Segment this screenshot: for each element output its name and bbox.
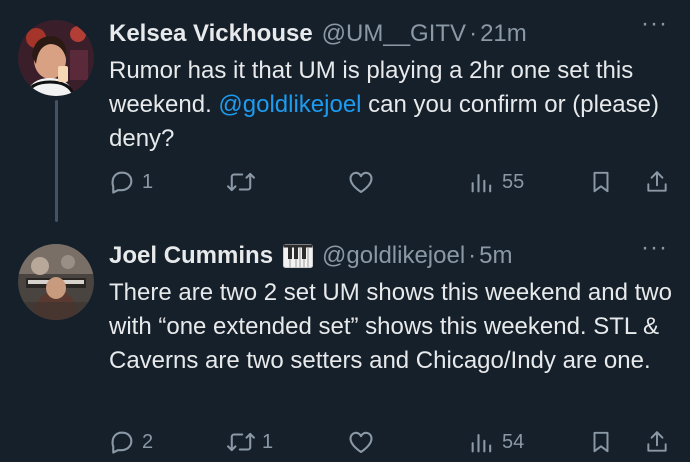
reply-button[interactable]: 2 bbox=[108, 422, 153, 462]
repost-count: 1 bbox=[262, 430, 274, 453]
views-icon bbox=[468, 168, 496, 196]
user-handle[interactable]: @UM__GITV bbox=[322, 20, 466, 48]
user-handle[interactable]: @goldlikejoel bbox=[322, 242, 465, 270]
views-button[interactable]: 55 bbox=[468, 162, 524, 202]
tweet-actions: 1 55 bbox=[108, 162, 676, 202]
avatar[interactable] bbox=[18, 20, 94, 96]
avatar[interactable] bbox=[18, 244, 94, 320]
views-count: 54 bbox=[502, 430, 525, 453]
like-icon bbox=[346, 168, 376, 196]
more-icon[interactable]: ··· bbox=[641, 12, 668, 36]
like-icon bbox=[346, 428, 376, 456]
tweet-actions: 2 1 54 bbox=[108, 422, 676, 462]
more-icon[interactable]: ··· bbox=[641, 236, 668, 260]
views-count: 55 bbox=[502, 170, 525, 193]
separator-dot: · bbox=[469, 20, 478, 47]
reply-icon bbox=[108, 428, 136, 456]
bookmark-icon bbox=[588, 428, 614, 456]
mention-link[interactable]: @goldlikejoel bbox=[218, 91, 361, 118]
repost-icon bbox=[226, 428, 256, 456]
views-button[interactable]: 54 bbox=[468, 422, 524, 462]
display-name[interactable]: Joel Cummins bbox=[109, 242, 273, 270]
share-button[interactable] bbox=[644, 162, 670, 202]
share-icon bbox=[644, 168, 670, 196]
share-button[interactable] bbox=[644, 422, 670, 462]
display-name[interactable]: Kelsea Vickhouse bbox=[109, 20, 313, 48]
repost-button[interactable] bbox=[226, 162, 262, 202]
reply-count: 2 bbox=[142, 430, 154, 453]
tweet-header: Kelsea Vickhouse @UM__GITV · 21m bbox=[109, 18, 678, 50]
reply-count: 1 bbox=[142, 170, 154, 193]
tweet-header: Joel Cummins @goldlikejoel · 5m bbox=[109, 240, 678, 272]
like-button[interactable] bbox=[346, 422, 382, 462]
repost-button[interactable]: 1 bbox=[226, 422, 273, 462]
timestamp[interactable]: 21m bbox=[480, 20, 527, 48]
bookmark-button[interactable] bbox=[588, 162, 614, 202]
reply-icon bbox=[108, 168, 136, 196]
tweet-text: There are two 2 set UM shows this weeken… bbox=[109, 279, 672, 374]
thread-connector-line bbox=[55, 100, 58, 222]
tweet-text: Rumor has it that UM is playing a 2hr on… bbox=[109, 54, 684, 156]
share-icon bbox=[644, 428, 670, 456]
bookmark-button[interactable] bbox=[588, 422, 614, 462]
separator-dot: · bbox=[468, 242, 477, 269]
bookmark-icon bbox=[588, 168, 614, 196]
piano-keys-icon bbox=[283, 244, 314, 268]
reply-button[interactable]: 1 bbox=[108, 162, 153, 202]
views-icon bbox=[468, 428, 496, 456]
like-button[interactable] bbox=[346, 162, 382, 202]
timestamp[interactable]: 5m bbox=[479, 242, 512, 270]
repost-icon bbox=[226, 168, 256, 196]
